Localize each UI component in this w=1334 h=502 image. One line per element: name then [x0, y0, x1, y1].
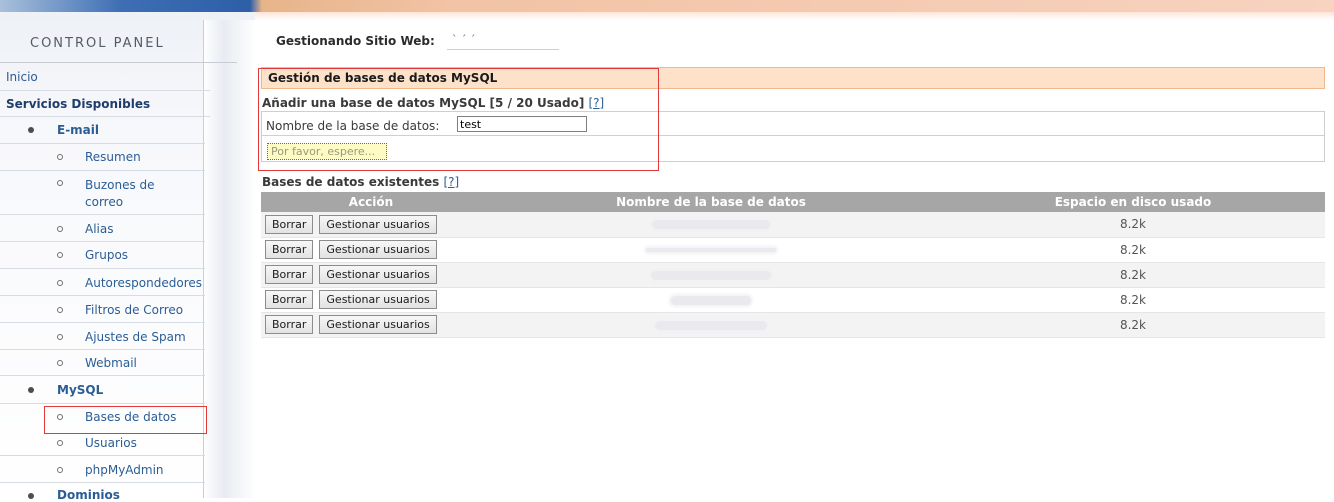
managing-site-label: Gestionando Sitio Web: — [276, 34, 435, 48]
sidebar-item-alias[interactable]: Alias — [85, 221, 113, 238]
row-actions: Borrar Gestionar usuarios — [261, 262, 481, 288]
disk-cell: 8.2k — [941, 212, 1325, 238]
existing-databases-title: Bases de datos existentes — [262, 175, 444, 189]
db-name-cell — [481, 312, 941, 338]
redacted-name — [655, 320, 767, 330]
title-divider — [0, 62, 237, 63]
sidebar-item-spam[interactable]: Ajustes de Spam — [85, 329, 186, 346]
circle-bullet-icon — [57, 360, 63, 366]
divider — [0, 295, 205, 296]
divider — [0, 90, 210, 91]
managing-site-value: ` ´ ´ — [452, 33, 476, 46]
col-header-espacio: Espacio en disco usado — [941, 192, 1325, 212]
sidebar-section-mysql[interactable]: MySQL — [57, 383, 103, 397]
sidebar-item-autorespondedores[interactable]: Autorespondedores — [85, 275, 202, 292]
circle-bullet-icon — [57, 154, 63, 160]
sidebar-item-usuarios[interactable]: Usuarios — [85, 435, 137, 452]
sidebar-item-filtros[interactable]: Filtros de Correo — [85, 302, 183, 319]
divider — [0, 375, 205, 376]
delete-button[interactable]: Borrar — [265, 315, 314, 334]
col-header-accion: Acción — [261, 192, 481, 212]
table-row: Borrar Gestionar usuarios 8.2k — [261, 237, 1325, 263]
divider — [0, 241, 205, 242]
row-actions: Borrar Gestionar usuarios — [261, 312, 481, 338]
circle-bullet-icon — [57, 180, 63, 186]
sidebar-item-phpmyadmin[interactable]: phpMyAdmin — [85, 462, 164, 479]
disk-cell: 8.2k — [941, 312, 1325, 338]
row-actions: Borrar Gestionar usuarios — [261, 287, 481, 313]
bullet-icon — [28, 493, 34, 499]
divider — [0, 143, 205, 144]
circle-bullet-icon — [57, 252, 63, 258]
divider — [0, 170, 205, 171]
manage-users-button[interactable]: Gestionar usuarios — [319, 240, 437, 259]
sidebar-item-buzones[interactable]: Buzones de correo — [85, 177, 195, 211]
divider — [0, 482, 205, 483]
sidebar-item-resumen[interactable]: Resumen — [85, 149, 141, 166]
db-name-cell — [481, 262, 941, 288]
manage-users-button[interactable]: Gestionar usuarios — [319, 290, 437, 309]
databases-table: Acción Nombre de la base de datos Espaci… — [261, 192, 1325, 338]
divider — [0, 322, 205, 323]
circle-bullet-icon — [57, 307, 63, 313]
redacted-name — [671, 295, 751, 305]
help-link[interactable]: [?] — [444, 175, 460, 189]
table-row: Borrar Gestionar usuarios 8.2k — [261, 287, 1325, 313]
table-row: Borrar Gestionar usuarios 8.2k — [261, 312, 1325, 338]
circle-bullet-icon — [57, 467, 63, 473]
highlight-box-form — [258, 68, 659, 171]
manage-users-button[interactable]: Gestionar usuarios — [319, 265, 437, 284]
delete-button[interactable]: Borrar — [265, 290, 314, 309]
table-row: Borrar Gestionar usuarios 8.2k — [261, 262, 1325, 288]
redacted-name — [646, 248, 776, 252]
sidebar-link-inicio[interactable]: Inicio — [6, 70, 38, 84]
delete-button[interactable]: Borrar — [265, 240, 314, 259]
divider — [0, 349, 205, 350]
disk-cell: 8.2k — [941, 237, 1325, 263]
row-actions: Borrar Gestionar usuarios — [261, 212, 481, 238]
row-actions: Borrar Gestionar usuarios — [261, 237, 481, 263]
table-header-row: Acción Nombre de la base de datos Espaci… — [261, 192, 1325, 212]
sidebar-heading-servicios: Servicios Disponibles — [6, 97, 151, 111]
db-name-cell — [481, 237, 941, 263]
circle-bullet-icon — [57, 334, 63, 340]
control-panel-title: CONTROL PANEL — [30, 36, 165, 51]
delete-button[interactable]: Borrar — [265, 214, 314, 234]
redacted-name — [651, 270, 771, 280]
highlight-box-sidebar — [44, 406, 207, 434]
sidebar-section-email[interactable]: E-mail — [57, 123, 99, 137]
col-header-nombre: Nombre de la base de datos — [481, 192, 941, 212]
existing-databases-heading: Bases de datos existentes [?] — [262, 175, 459, 189]
bullet-icon — [28, 387, 34, 393]
sidebar-item-webmail[interactable]: Webmail — [85, 355, 137, 372]
circle-bullet-icon — [57, 440, 63, 446]
redacted-name — [652, 220, 770, 230]
manage-users-button[interactable]: Gestionar usuarios — [319, 214, 437, 234]
manage-users-button[interactable]: Gestionar usuarios — [319, 315, 437, 334]
divider — [0, 214, 205, 215]
delete-button[interactable]: Borrar — [265, 265, 314, 284]
divider — [0, 116, 210, 117]
sidebar-decoration — [203, 20, 255, 498]
sidebar-section-dominios[interactable]: Dominios — [57, 488, 120, 502]
sidebar-item-grupos[interactable]: Grupos — [85, 247, 128, 264]
bullet-icon — [28, 127, 34, 133]
divider — [0, 455, 205, 456]
db-name-cell — [481, 287, 941, 313]
disk-cell: 8.2k — [941, 262, 1325, 288]
db-name-cell — [481, 212, 941, 238]
site-underline — [447, 49, 559, 50]
disk-cell: 8.2k — [941, 287, 1325, 313]
table-row: Borrar Gestionar usuarios 8.2k — [261, 212, 1325, 238]
circle-bullet-icon — [57, 226, 63, 232]
top-banner-strip — [0, 0, 1334, 12]
circle-bullet-icon — [57, 280, 63, 286]
divider — [0, 403, 205, 404]
divider — [0, 268, 205, 269]
